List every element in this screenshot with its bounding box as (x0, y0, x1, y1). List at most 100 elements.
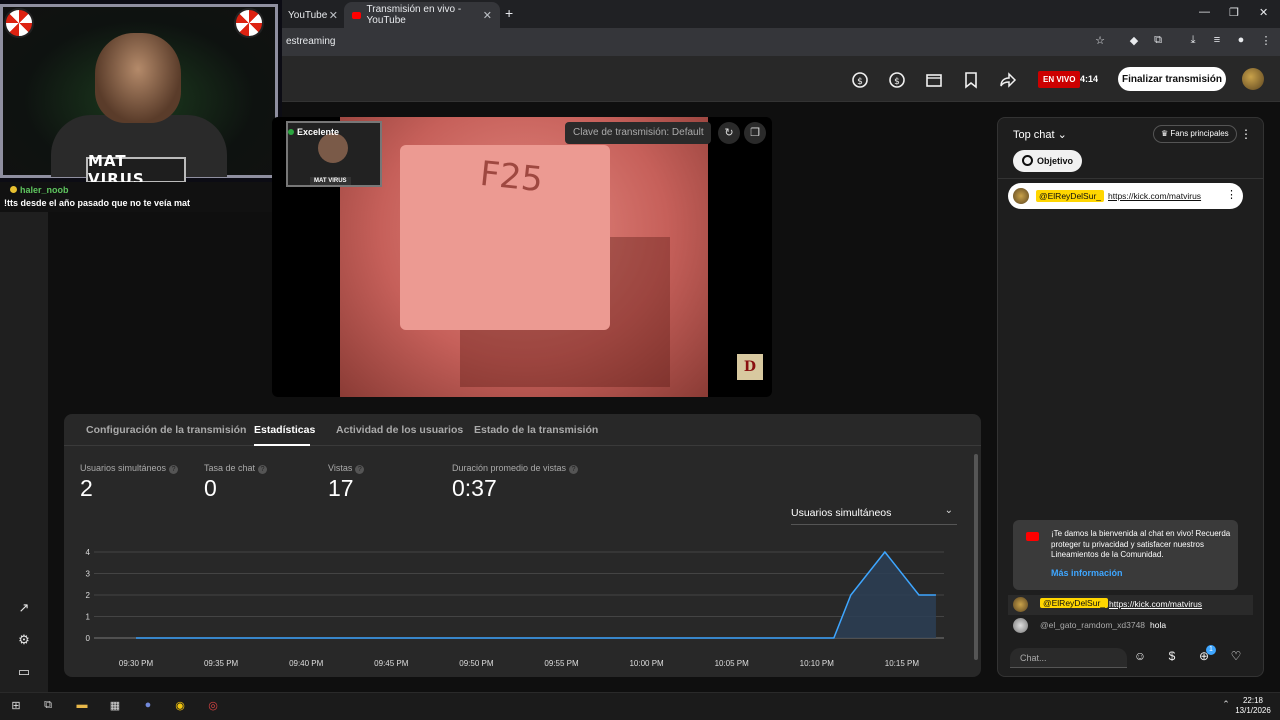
tab-label: Transmisión en vivo - YouTube (366, 4, 462, 26)
new-tab-button[interactable]: + (505, 5, 513, 21)
metric-select[interactable]: Usuarios simultáneos ⌄ (791, 505, 957, 525)
chat-mode-select[interactable]: Top chat ⌄ (1013, 128, 1067, 141)
chrome-icon[interactable]: ◉ (172, 699, 188, 715)
add-icon[interactable]: ⊕ 1 (1195, 645, 1216, 667)
stream-key-select[interactable]: Clave de transmisión: Default (565, 122, 711, 144)
chat-input[interactable]: Chat... (1010, 648, 1127, 668)
pip-label: MAT VIRUS (310, 177, 351, 185)
stat-label-avg-duration: Duración promedio de vistas? (452, 463, 579, 474)
live-badge: EN VIVO (1038, 71, 1081, 88)
pinned-author: @ElReyDelSur_ (1036, 190, 1105, 202)
concurrent-users-chart: 0 1 2 3 4 09:30 PM 09:35 PM 09:40 PM 09:45 PM 09:… (86, 548, 944, 668)
tab-stream-settings[interactable]: Configuración de la transmisión (86, 424, 246, 436)
svg-text:$: $ (894, 77, 900, 87)
chat-message[interactable]: @ElReyDelSur_ https://kick.com/matvirus (1008, 595, 1253, 615)
clapperboard-icon[interactable] (924, 70, 944, 90)
monetization-icon[interactable]: $ (850, 70, 870, 90)
extension-icon[interactable]: ◆ (1126, 34, 1142, 50)
x-tick-label: 09:55 PM (544, 659, 579, 668)
bookmark-star-icon[interactable]: ☆ (1092, 34, 1108, 50)
settings-gear-icon[interactable]: ⚙ (15, 632, 33, 650)
super-chat-icon[interactable]: $ (887, 70, 907, 90)
stat-value-avg-duration: 0:37 (452, 475, 497, 501)
live-chat-panel: Top chat ⌄ ♛ Fans principales ⋮ Objetivo… (997, 117, 1264, 677)
emoji-icon[interactable]: ☺ (1131, 649, 1149, 667)
goal-button[interactable]: Objetivo (1013, 150, 1083, 172)
channel-avatar[interactable] (1242, 68, 1264, 90)
live-duration: 4:14 (1080, 74, 1099, 84)
pinned-link[interactable]: https://kick.com/matvirus (1108, 191, 1218, 201)
chat-text[interactable]: https://kick.com/matvirus (1109, 599, 1202, 609)
stream-preview[interactable]: F25 MAT VIRUS Excelente Clave de transmi… (272, 117, 772, 397)
help-icon[interactable]: ? (258, 465, 268, 474)
puzzle-icon[interactable]: ⧉ (1150, 34, 1166, 50)
windows-start-icon[interactable]: ⊞ (8, 699, 24, 715)
close-tab-icon[interactable]: ✕ (483, 9, 492, 22)
heart-icon[interactable]: ♡ (1227, 649, 1245, 667)
x-tick-label: 10:05 PM (715, 659, 750, 668)
panel-tabs: Configuración de la transmisión Estadíst… (64, 414, 981, 446)
menu-dots-icon[interactable]: ⋮ (1258, 34, 1274, 50)
tab-youtube[interactable]: YouTube ✕ (280, 2, 346, 28)
system-clock[interactable]: 22:18 13/1/2026 (1232, 696, 1274, 716)
download-icon[interactable]: ⤓ (1185, 34, 1201, 50)
y-tick-label: 0 (86, 634, 91, 643)
clock-date: 13/1/2026 (1235, 706, 1271, 715)
discord-icon[interactable]: ● (140, 699, 156, 715)
webcam-overlay: MAT VIRUS haler_noob !tts desde el año p… (0, 0, 282, 212)
tab-stream-health[interactable]: Estado de la transmisión (474, 424, 598, 436)
umbrella-logo-icon (4, 8, 34, 38)
bookmark-icon[interactable] (961, 70, 981, 90)
top-fans-button[interactable]: ♛ Fans principales (1153, 125, 1237, 143)
external-link-icon[interactable]: ↗ (15, 600, 33, 618)
restore-icon[interactable]: ❐ (1229, 6, 1239, 19)
help-icon[interactable]: ? (169, 465, 179, 474)
file-explorer-icon[interactable]: ▬ (74, 699, 90, 715)
y-tick-label: 3 (86, 570, 91, 579)
minimize-icon[interactable]: — (1199, 6, 1210, 18)
close-window-icon[interactable]: ✕ (1259, 6, 1268, 19)
close-tab-icon[interactable]: ✕ (329, 9, 338, 22)
name-plate: MAT VIRUS (86, 152, 186, 188)
x-tick-label: 09:30 PM (119, 659, 154, 668)
taskbar: ⊞ ⧉ ▬ ▦ ● ◉ ◎ ⌃ 22:18 13/1/2026 (0, 692, 1280, 720)
chat-message[interactable]: @el_gato_ramdom_xd3748 hola (1008, 616, 1253, 636)
profile-icon[interactable]: ● (1233, 34, 1249, 50)
x-tick-label: 09:40 PM (289, 659, 324, 668)
share-icon[interactable] (998, 70, 1018, 90)
help-icon[interactable]: ? (569, 465, 579, 474)
stream-quality: Excelente (288, 127, 339, 137)
panel-scrollbar[interactable] (974, 454, 978, 660)
super-chat-icon[interactable]: $ (1163, 649, 1181, 667)
divider (998, 178, 1263, 179)
stat-value-concurrent: 2 (80, 475, 93, 501)
more-options-icon[interactable]: ⋮ (1226, 188, 1237, 201)
more-info-link[interactable]: Más información (1051, 568, 1123, 578)
stat-value-views: 17 (328, 475, 354, 501)
stat-value-chat-rate: 0 (204, 475, 217, 501)
chat-author: @ElReyDelSur_ (1040, 598, 1109, 608)
more-options-icon[interactable]: ⋮ (1240, 127, 1252, 141)
copy-icon[interactable]: ❐ (744, 122, 766, 144)
tab-statistics[interactable]: Estadísticas (254, 424, 315, 436)
obs-icon[interactable]: ◎ (205, 699, 221, 715)
end-stream-button[interactable]: Finalizar transmisión (1118, 67, 1226, 91)
url-field[interactable]: estreaming (286, 36, 335, 47)
task-view-icon[interactable]: ⧉ (40, 699, 56, 715)
tab-user-activity[interactable]: Actividad de los usuarios (336, 424, 463, 436)
y-tick-label: 1 (86, 613, 91, 622)
x-tick-label: 09:50 PM (459, 659, 494, 668)
refresh-icon[interactable]: ↻ (718, 122, 740, 144)
calculator-icon[interactable]: ▦ (107, 699, 123, 715)
webcam-person (95, 33, 181, 123)
help-icon[interactable]: ? (355, 465, 365, 474)
notification-badge: 1 (1206, 645, 1216, 655)
x-tick-label: 10:15 PM (885, 659, 920, 668)
chevron-down-icon: ⌄ (944, 505, 953, 516)
keycap-label: F25 (478, 153, 545, 201)
tab-live-stream[interactable]: Transmisión en vivo - YouTube ✕ (344, 2, 500, 28)
youtube-favicon-icon (352, 11, 361, 19)
feedback-icon[interactable]: ▭ (15, 664, 33, 682)
pinned-message[interactable]: @ElReyDelSur_ https://kick.com/matvirus … (1008, 183, 1243, 209)
reading-list-icon[interactable]: ≡ (1209, 34, 1225, 50)
